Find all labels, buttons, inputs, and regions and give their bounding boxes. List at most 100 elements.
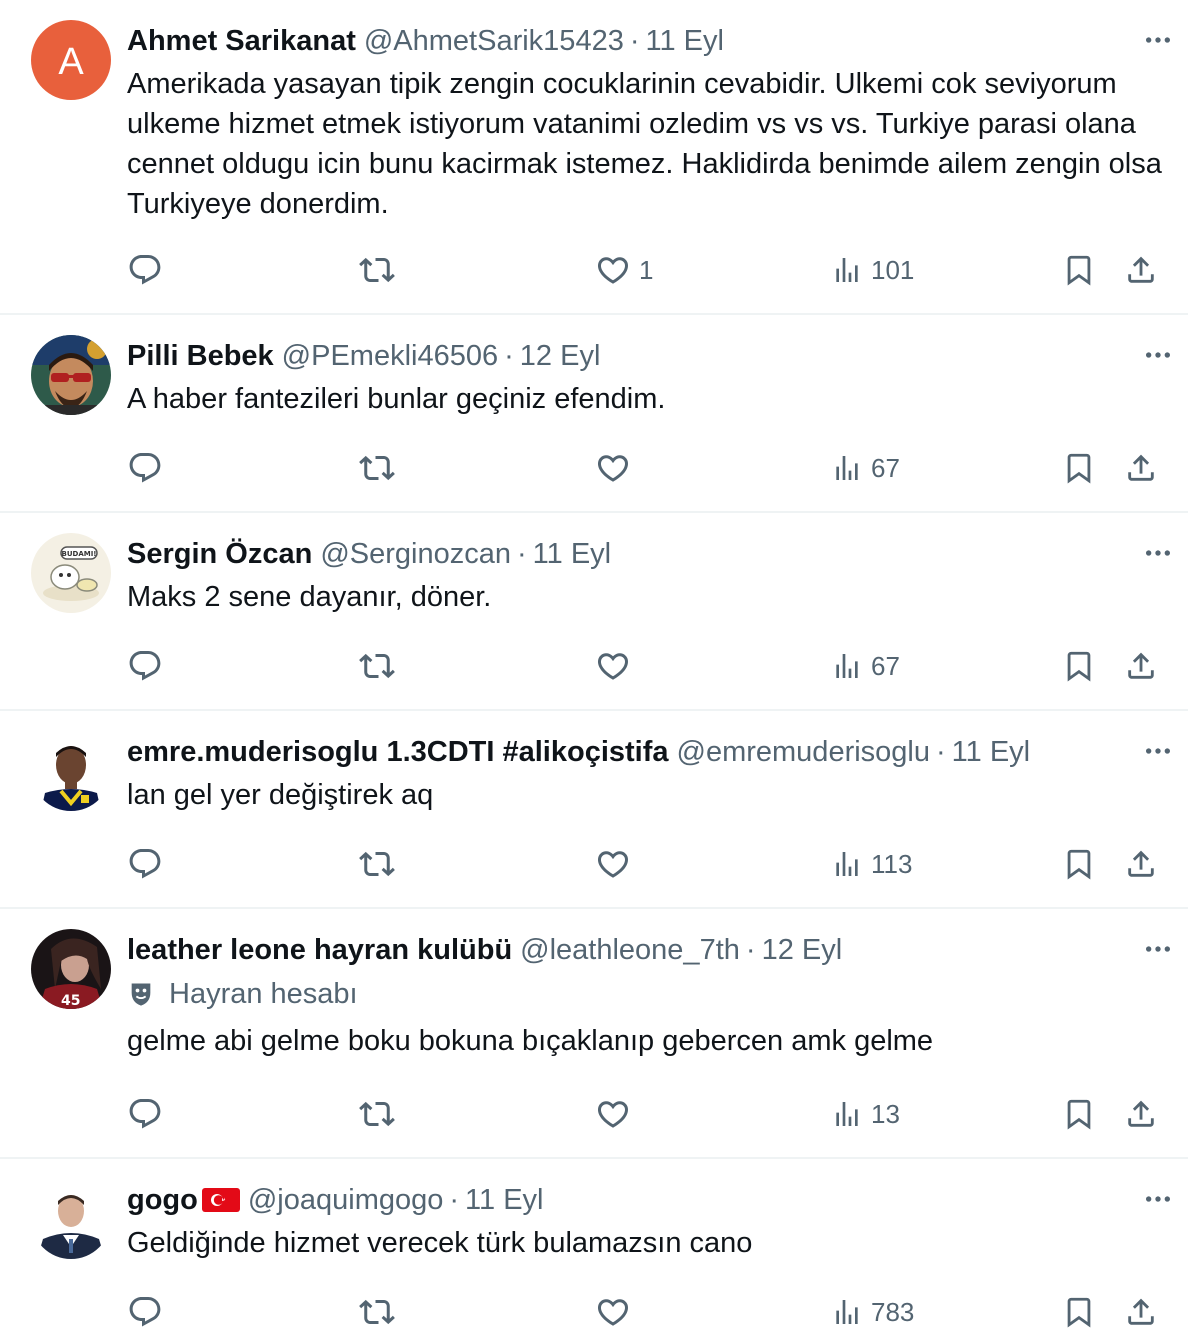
timestamp[interactable]: 11 Eyl: [533, 533, 611, 575]
share-icon: [1124, 451, 1158, 485]
tweet[interactable]: emre.muderisoglu 1.3CDTI #alikoçistifa @…: [0, 711, 1188, 909]
avatar[interactable]: A: [31, 20, 111, 100]
views-button[interactable]: 101: [831, 250, 914, 290]
separator-dot: ·: [449, 1184, 460, 1216]
views-button[interactable]: 67: [831, 448, 900, 488]
tweet[interactable]: A Ahmet Sarikanat @AhmetSarik15423 · 11 …: [0, 0, 1188, 315]
views-button[interactable]: 13: [831, 1094, 900, 1134]
tweet-text: A haber fantezileri bunlar geçiniz efend…: [127, 383, 666, 415]
user-handle[interactable]: @Serginozcan: [320, 533, 511, 575]
avatar[interactable]: [31, 1179, 111, 1259]
user-handle[interactable]: @AhmetSarik15423: [364, 20, 624, 62]
more-options-icon[interactable]: [1142, 341, 1174, 369]
share-button[interactable]: [1124, 250, 1158, 290]
like-button[interactable]: [595, 1292, 631, 1332]
bookmark-icon: [1062, 1295, 1096, 1329]
display-name[interactable]: emre.muderisoglu 1.3CDTI #alikoçistifa: [127, 731, 669, 773]
like-button[interactable]: [595, 844, 631, 884]
reply-button[interactable]: [127, 1094, 163, 1134]
bookmark-button[interactable]: [1062, 646, 1096, 686]
separator-dot: ·: [745, 934, 756, 966]
tweet-text: lan gel yer değiştirek aq: [127, 779, 434, 811]
tweet-header: Sergin Özcan @Serginozcan · 11 Eyl: [127, 533, 1164, 575]
retweet-icon: [359, 648, 395, 684]
display-name[interactable]: Sergin Özcan: [127, 533, 312, 575]
timestamp[interactable]: 11 Eyl: [952, 731, 1030, 773]
action-bar: 1 101: [127, 250, 1164, 290]
user-handle[interactable]: @joaquimgogo: [248, 1179, 444, 1221]
more-options-icon[interactable]: [1142, 26, 1174, 54]
bar-chart-icon: [831, 650, 863, 682]
retweet-button[interactable]: [359, 844, 395, 884]
fan-account-label: Hayran hesabı: [169, 978, 358, 1010]
tweet-header: leather leone hayran kulübü @leathleone_…: [127, 929, 1164, 971]
bookmark-button[interactable]: [1062, 1094, 1096, 1134]
user-handle[interactable]: @PEmekli46506: [282, 335, 498, 377]
retweet-button[interactable]: [359, 1292, 395, 1332]
like-button[interactable]: [595, 448, 631, 488]
reply-button[interactable]: [127, 1292, 163, 1332]
user-handle[interactable]: @emremuderisoglu: [677, 731, 930, 773]
action-bar: 783: [127, 1292, 1164, 1332]
tweet[interactable]: Pilli Bebek @PEmekli46506 · 12 Eyl A hab…: [0, 315, 1188, 513]
share-button[interactable]: [1124, 1094, 1158, 1134]
retweet-button[interactable]: [359, 1094, 395, 1134]
more-options-icon[interactable]: [1142, 1185, 1174, 1213]
reply-button[interactable]: [127, 646, 163, 686]
views-button[interactable]: 783: [831, 1292, 914, 1332]
user-handle[interactable]: @leathleone_7th: [520, 929, 740, 971]
avatar[interactable]: 45: [31, 929, 111, 1009]
tweet[interactable]: gogo @joaquimgogo · 11 Eyl Geldiğinde hi…: [0, 1159, 1188, 1344]
tweet[interactable]: BUDAMI! Sergin Özcan @Serginozcan · 11 E…: [0, 513, 1188, 711]
display-name[interactable]: Pilli Bebek: [127, 335, 274, 377]
like-button[interactable]: [595, 1094, 631, 1134]
retweet-button[interactable]: [359, 646, 395, 686]
share-icon: [1124, 847, 1158, 881]
share-icon: [1124, 253, 1158, 287]
bookmark-button[interactable]: [1062, 1292, 1096, 1332]
share-button[interactable]: [1124, 1292, 1158, 1332]
like-button[interactable]: [595, 646, 631, 686]
separator-dot: ·: [936, 736, 946, 768]
bar-chart-icon: [831, 1098, 863, 1130]
timestamp[interactable]: 12 Eyl: [762, 929, 843, 971]
reply-button[interactable]: [127, 844, 163, 884]
views-button[interactable]: 67: [831, 646, 900, 686]
retweet-button[interactable]: [359, 250, 395, 290]
display-name[interactable]: leather leone hayran kulübü: [127, 929, 512, 971]
share-button[interactable]: [1124, 448, 1158, 488]
tweet-header: Ahmet Sarikanat @AhmetSarik15423 · 11 Ey…: [127, 20, 1164, 62]
retweet-icon: [359, 1294, 395, 1330]
bookmark-button[interactable]: [1062, 448, 1096, 488]
avatar[interactable]: BUDAMI!: [31, 533, 111, 613]
display-name[interactable]: gogo: [127, 1179, 198, 1221]
timestamp[interactable]: 12 Eyl: [520, 335, 601, 377]
view-count: 113: [871, 848, 913, 879]
bookmark-button[interactable]: [1062, 844, 1096, 884]
reply-button[interactable]: [127, 448, 163, 488]
view-count: 783: [871, 1296, 915, 1327]
share-icon: [1124, 1295, 1158, 1329]
more-options-icon[interactable]: [1142, 737, 1174, 765]
share-button[interactable]: [1124, 646, 1158, 686]
share-button[interactable]: [1124, 844, 1158, 884]
views-button[interactable]: 113: [831, 844, 912, 884]
reply-button[interactable]: [127, 250, 163, 290]
retweet-button[interactable]: [359, 448, 395, 488]
more-options-icon[interactable]: [1142, 539, 1174, 567]
bookmark-button[interactable]: [1062, 250, 1096, 290]
like-button[interactable]: 1: [595, 250, 653, 290]
more-options-icon[interactable]: [1142, 935, 1174, 963]
avatar[interactable]: [31, 731, 111, 811]
heart-icon: [595, 648, 631, 684]
avatar-letter: A: [58, 41, 84, 83]
display-name[interactable]: Ahmet Sarikanat: [127, 20, 356, 62]
avatar[interactable]: [31, 335, 111, 415]
timestamp[interactable]: 11 Eyl: [646, 20, 724, 62]
heart-icon: [595, 1294, 631, 1330]
share-icon: [1124, 1097, 1158, 1131]
timestamp[interactable]: 11 Eyl: [465, 1179, 543, 1221]
retweet-icon: [359, 846, 395, 882]
tweet[interactable]: 45 leather leone hayran kulübü @leathleo…: [0, 909, 1188, 1159]
heart-icon: [595, 846, 631, 882]
